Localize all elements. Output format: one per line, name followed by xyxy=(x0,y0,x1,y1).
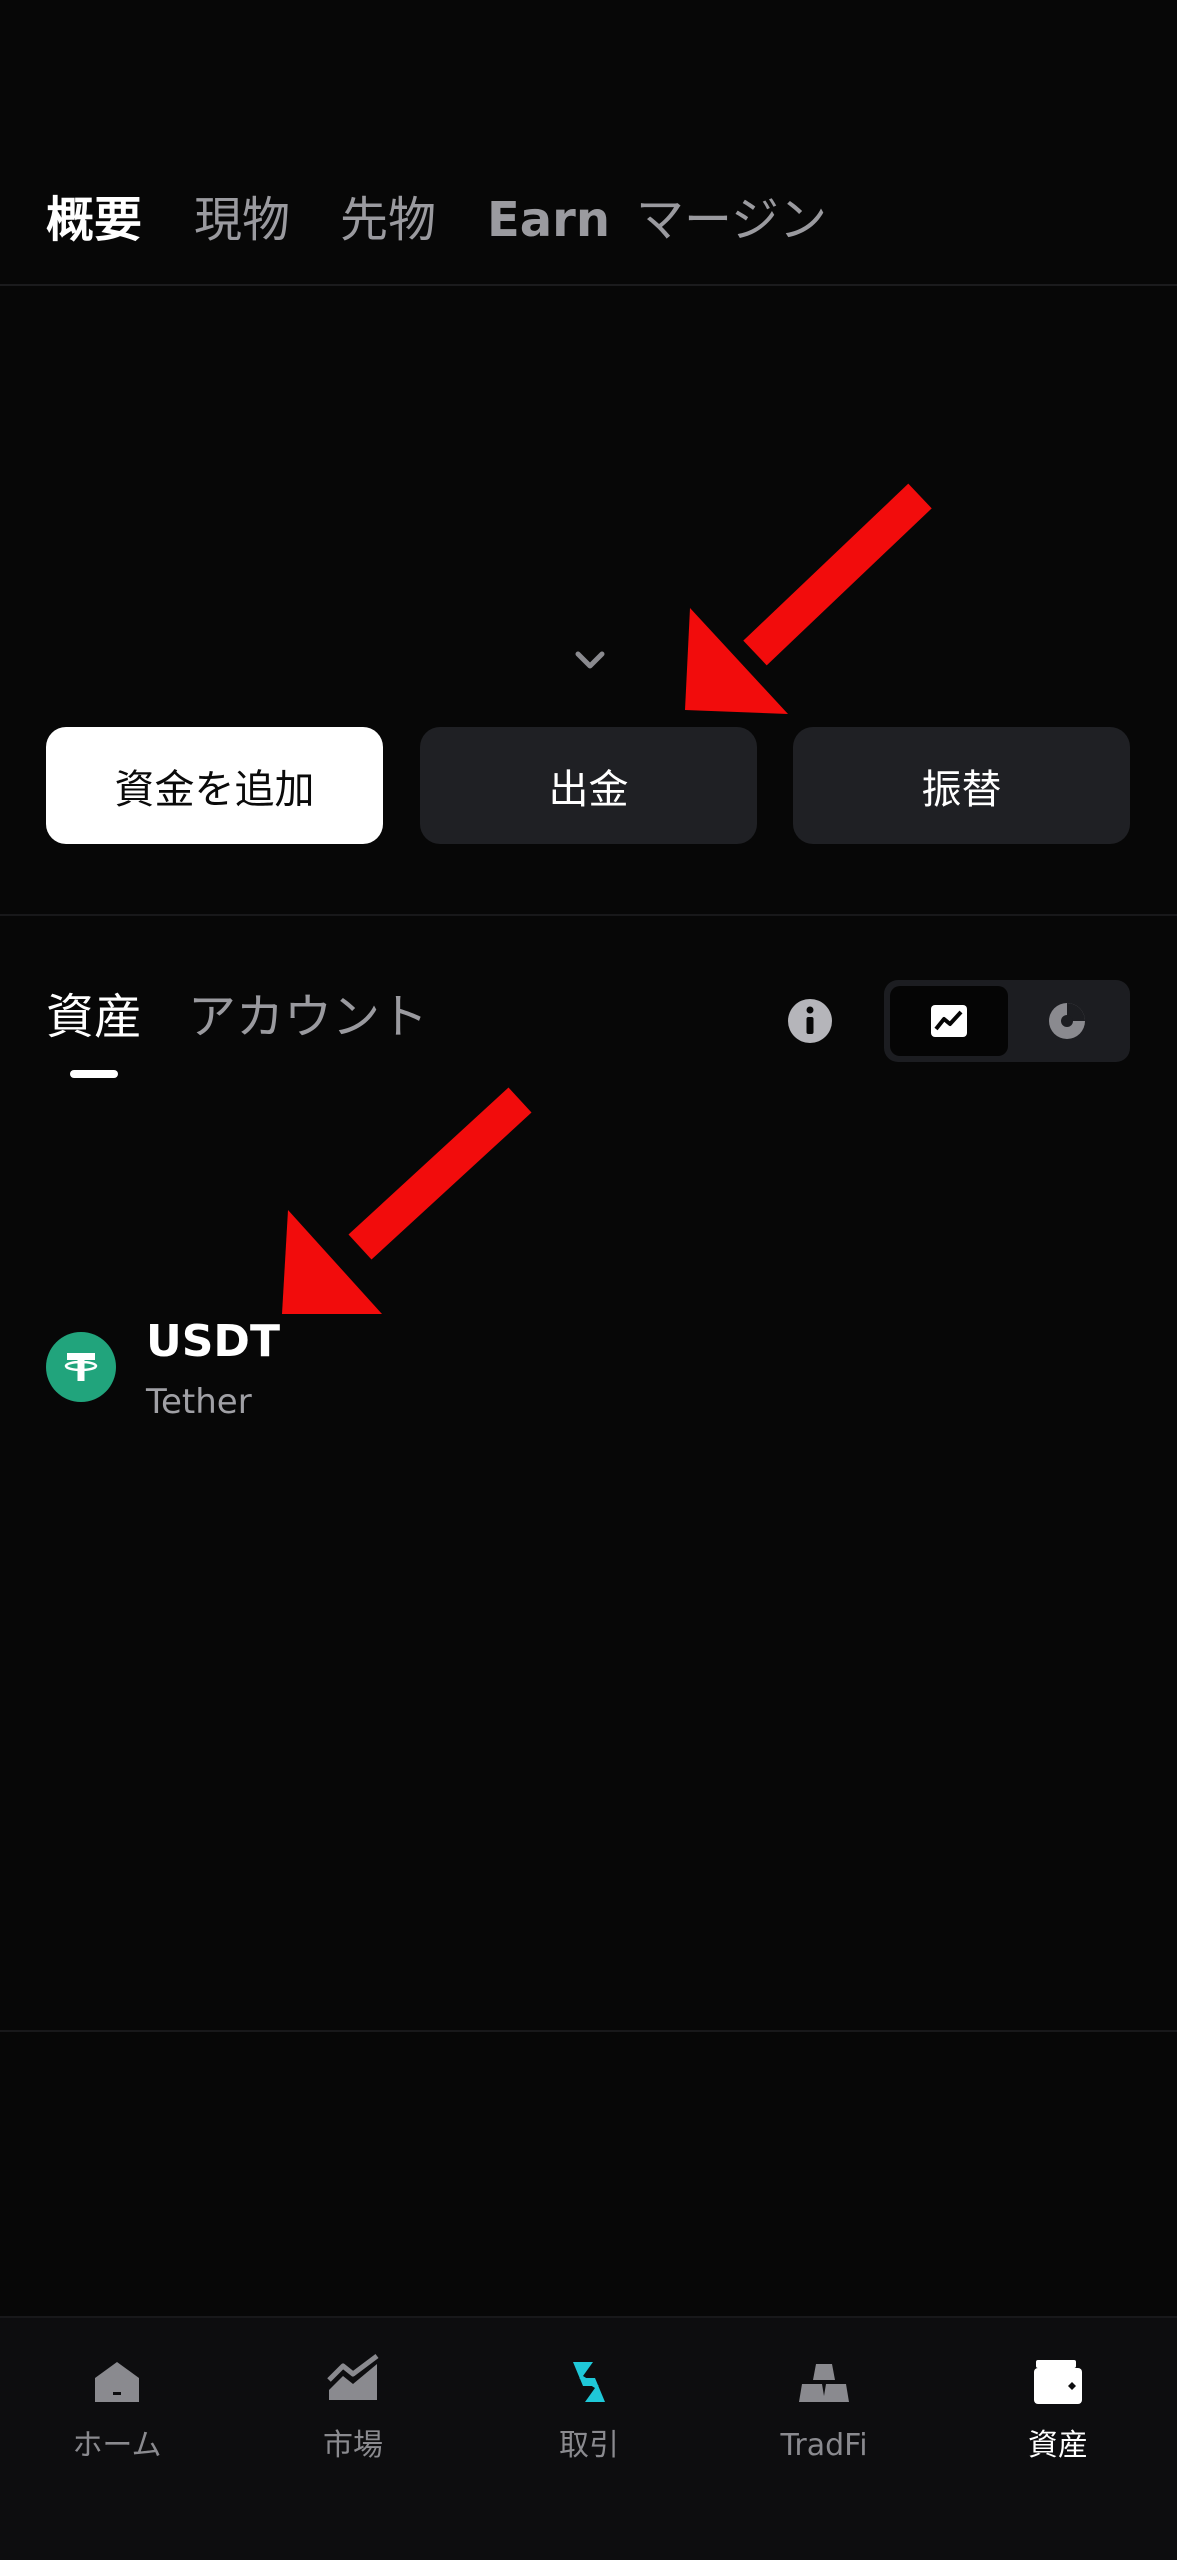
home-icon xyxy=(95,2362,139,2402)
chart-view-option[interactable] xyxy=(890,986,1008,1056)
chart-icon xyxy=(931,1005,967,1037)
pie-chart-icon xyxy=(1049,1003,1085,1039)
tab-futures[interactable]: 先物 xyxy=(340,188,436,252)
nav-trade-label: 取引 xyxy=(559,2428,619,2463)
bottom-navigation: ホーム 市場 取引 TradFi 資産 xyxy=(0,2316,1177,2560)
active-tab-indicator xyxy=(70,1070,118,1078)
nav-trade[interactable]: 取引 xyxy=(489,2352,689,2492)
tab-assets[interactable]: 資産 xyxy=(46,985,142,1049)
nav-market[interactable]: 市場 xyxy=(253,2352,453,2492)
section-divider xyxy=(0,914,1177,916)
tab-accounts[interactable]: アカウント xyxy=(188,985,428,1049)
info-icon[interactable] xyxy=(786,997,834,1045)
market-icon xyxy=(327,2354,379,2400)
nav-assets[interactable]: 資産 xyxy=(958,2352,1158,2492)
pie-view-option[interactable] xyxy=(1008,986,1126,1056)
tether-logo-icon xyxy=(46,1332,116,1402)
tab-spot[interactable]: 現物 xyxy=(194,188,290,252)
gold-bars-icon xyxy=(799,2364,849,2402)
withdraw-button[interactable]: 出金 xyxy=(420,727,757,844)
nav-tradfi-label: TradFi xyxy=(780,2428,868,2463)
content-divider xyxy=(0,2030,1177,2032)
list-item[interactable]: USDT Tether xyxy=(46,1310,1130,1422)
asset-symbol: USDT xyxy=(146,1316,280,1367)
annotation-arrow-icon xyxy=(685,483,932,714)
nav-tradfi[interactable]: TradFi xyxy=(724,2352,924,2492)
trade-icon xyxy=(573,2362,605,2402)
annotation-arrow-icon xyxy=(282,1087,532,1314)
nav-home[interactable]: ホーム xyxy=(17,2352,217,2492)
tab-margin[interactable]: マージン xyxy=(636,188,827,252)
top-tab-bar: 概要 現物 先物 Earn マージン xyxy=(0,170,1177,286)
add-funds-button[interactable]: 資金を追加 xyxy=(46,727,383,844)
nav-assets-label: 資産 xyxy=(1028,2428,1088,2463)
nav-home-label: ホーム xyxy=(72,2428,162,2463)
transfer-button[interactable]: 振替 xyxy=(793,727,1130,844)
wallet-icon xyxy=(1034,2360,1082,2404)
assets-overview-screen: 概要 現物 先物 Earn マージン 資金を追加 出金 振替 資産 アカウント xyxy=(0,0,1177,2560)
asset-name: Tether xyxy=(146,1382,252,1422)
tab-overview[interactable]: 概要 xyxy=(46,188,142,252)
tab-earn[interactable]: Earn xyxy=(487,188,610,252)
view-toggle xyxy=(884,980,1130,1062)
nav-market-label: 市場 xyxy=(323,2428,383,2463)
chevron-down-icon[interactable] xyxy=(572,648,608,672)
